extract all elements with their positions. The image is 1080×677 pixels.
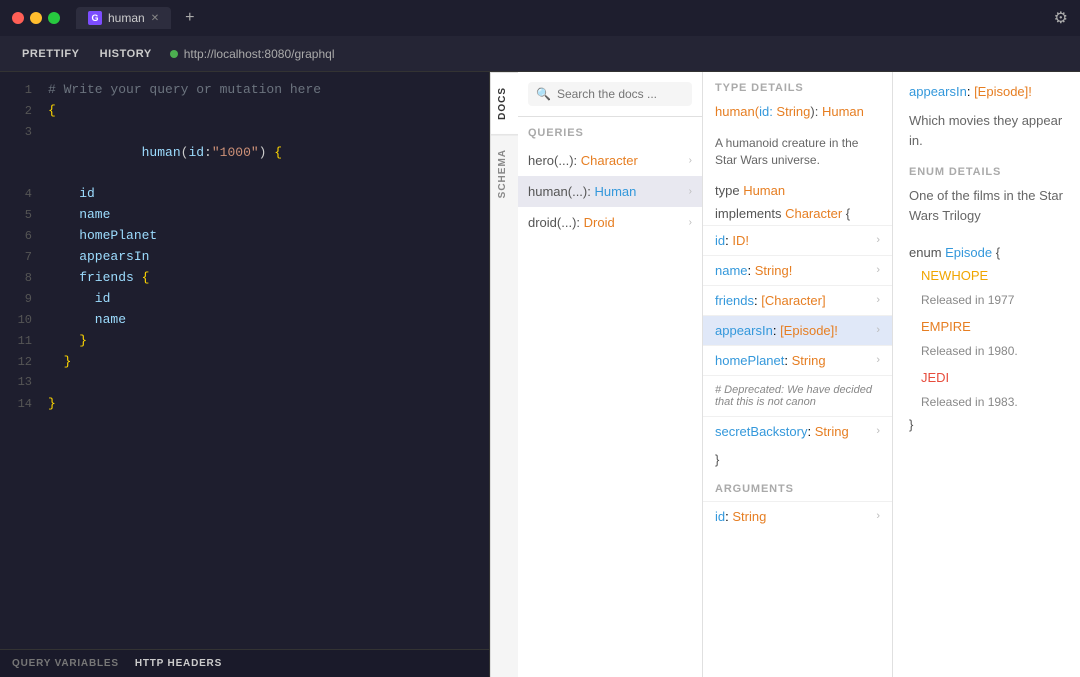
field-row-home-planet[interactable]: homePlanet: String › [703, 345, 892, 375]
search-pane: 🔍 QUERIES hero(...): Character › human(.… [518, 72, 703, 677]
query-item-human[interactable]: human(...): Human › [518, 176, 702, 207]
chevron-right-icon: › [689, 155, 692, 166]
main-content: 1 # Write your query or mutation here 2 … [0, 72, 1080, 677]
editor-line: 2 { [0, 101, 489, 122]
type-title: human(id: String): Human [703, 100, 892, 129]
editor-pane: 1 # Write your query or mutation here 2 … [0, 72, 490, 677]
add-tab-button[interactable]: + [179, 9, 200, 27]
editor-line: 10 name [0, 310, 489, 331]
field-row-id[interactable]: id: ID! › [703, 225, 892, 255]
endpoint-url[interactable]: http://localhost:8080/graphql [184, 47, 335, 61]
editor-line: 13 [0, 373, 489, 394]
type-description: A humanoid creature in the Star Wars uni… [703, 129, 892, 179]
enum-details-header: ENUM DETAILS [909, 166, 1064, 178]
chevron-right-icon: › [876, 264, 880, 276]
vertical-tabs: DOCS SCHEMA [490, 72, 518, 677]
search-box: 🔍 [518, 72, 702, 117]
field-row-friends[interactable]: friends: [Character] › [703, 285, 892, 315]
active-tab[interactable]: G human ✕ [76, 7, 171, 29]
chevron-right-icon: › [876, 354, 880, 366]
editor-line: 7 appearsIn [0, 247, 489, 268]
minimize-button[interactable] [30, 12, 42, 24]
sig-field-name: appearsIn [909, 84, 967, 99]
enum-value-empire: EMPIRE Released in 1980. [921, 315, 1064, 362]
connection-status-icon [170, 50, 178, 58]
type-details-pane: TYPE DETAILS human(id: String): Human A … [703, 72, 893, 677]
chevron-right-icon: › [876, 510, 880, 522]
field-row-id-arg[interactable]: id: String › [703, 501, 892, 531]
closing-brace: } [703, 446, 892, 473]
type-func-name: human( [715, 104, 759, 119]
traffic-lights [12, 12, 60, 24]
chevron-right-icon: › [689, 217, 692, 228]
tab-label: human [108, 11, 145, 25]
editor-line: 5 name [0, 205, 489, 226]
chevron-right-icon: › [876, 234, 880, 246]
search-input[interactable] [557, 87, 684, 101]
sig-field-type[interactable]: [Episode]! [974, 84, 1032, 99]
editor-line: 4 id [0, 184, 489, 205]
chevron-right-icon: › [689, 186, 692, 197]
settings-gear-icon[interactable]: ⚙ [1054, 8, 1068, 28]
type-type-line: type Human [703, 179, 892, 202]
docs-vtab[interactable]: DOCS [491, 72, 518, 134]
type-return-type[interactable]: Human [822, 104, 864, 119]
query-name-hero: hero(...): Character [528, 153, 638, 168]
query-variables-tab[interactable]: QUERY VARIABLES [12, 658, 119, 669]
enum-block: enum Episode { NEWHOPE Released in 1977 … [909, 241, 1064, 437]
editor-line: 12 } [0, 352, 489, 373]
type-details-header: TYPE DETAILS [703, 72, 892, 100]
field-row-secret-backstory[interactable]: secretBackstory: String › [703, 416, 892, 446]
field-row-name[interactable]: name: String! › [703, 255, 892, 285]
editor-content[interactable]: 1 # Write your query or mutation here 2 … [0, 72, 489, 649]
chevron-right-icon: › [876, 294, 880, 306]
tab-close-button[interactable]: ✕ [151, 13, 159, 24]
url-bar: http://localhost:8080/graphql [170, 47, 335, 61]
schema-vtab[interactable]: SCHEMA [491, 134, 518, 212]
deprecated-note: # Deprecated: We have decided that this … [703, 375, 892, 416]
arguments-header: ARGUMENTS [703, 473, 892, 501]
history-button[interactable]: HISTORY [90, 42, 162, 66]
maximize-button[interactable] [48, 12, 60, 24]
field-row-appears-in[interactable]: appearsIn: [Episode]! › [703, 315, 892, 345]
query-name-droid: droid(...): Droid [528, 215, 615, 230]
editor-line: 1 # Write your query or mutation here [0, 80, 489, 101]
prettify-button[interactable]: PRETTIFY [12, 42, 90, 66]
enum-type-link[interactable]: Episode [945, 245, 992, 260]
query-name-human: human(...): Human [528, 184, 636, 199]
chevron-right-icon: › [876, 425, 880, 437]
search-icon: 🔍 [536, 87, 551, 101]
queries-label: QUERIES [518, 117, 702, 145]
enum-description: One of the films in the Star Wars Trilog… [909, 186, 1064, 225]
search-input-wrap: 🔍 [528, 82, 692, 106]
titlebar: G human ✕ + ⚙ [0, 0, 1080, 36]
right-details-pane: appearsIn: [Episode]! Which movies they … [893, 72, 1080, 677]
editor-line: 14 } [0, 394, 489, 415]
type-name-link[interactable]: Human [743, 183, 785, 198]
query-item-hero[interactable]: hero(...): Character › [518, 145, 702, 176]
type-implements-line: implements Character { [703, 202, 892, 225]
type-id-name: id: [759, 104, 776, 119]
enum-value-newhope: NEWHOPE Released in 1977 [921, 264, 1064, 311]
editor-line: 6 homePlanet [0, 226, 489, 247]
editor-line: 9 id [0, 289, 489, 310]
editor-line: 3 human(id:"1000") { [0, 122, 489, 184]
character-link[interactable]: Character [785, 206, 842, 221]
toolbar: PRETTIFY HISTORY http://localhost:8080/g… [0, 36, 1080, 72]
type-id-type: String [776, 104, 810, 119]
http-headers-tab[interactable]: HTTP HEADERS [135, 658, 222, 669]
chevron-right-icon: › [876, 324, 880, 336]
editor-line: 11 } [0, 331, 489, 352]
close-button[interactable] [12, 12, 24, 24]
field-signature: appearsIn: [Episode]! [909, 84, 1064, 99]
editor-bottom-bar: QUERY VARIABLES HTTP HEADERS [0, 649, 489, 677]
tab-icon: G [88, 11, 102, 25]
field-description: Which movies they appear in. [909, 111, 1064, 150]
docs-panel: DOCS SCHEMA 🔍 QUERIES hero(...): Charact… [490, 72, 1080, 677]
editor-line: 8 friends { [0, 268, 489, 289]
enum-value-jedi: JEDI Released in 1983. [921, 366, 1064, 413]
query-item-droid[interactable]: droid(...): Droid › [518, 207, 702, 238]
